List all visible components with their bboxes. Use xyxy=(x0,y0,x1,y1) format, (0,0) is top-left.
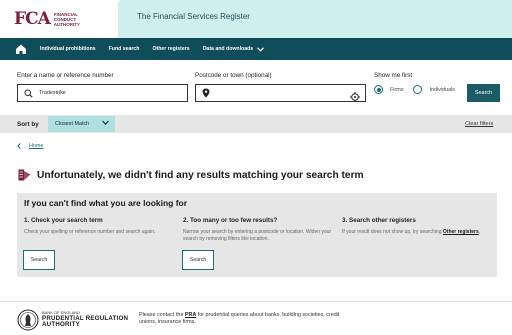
pra-logo[interactable]: BANK OF ENGLAND PRUDENTIAL REGULATION AU… xyxy=(17,309,128,331)
nav-item-label: Data and downloads xyxy=(202,46,254,52)
help-column-text: Narrow your search by entering a postcod… xyxy=(183,229,332,242)
help-text-fragment: . xyxy=(478,229,481,235)
breadcrumb: Home xyxy=(17,143,43,149)
postcode-input[interactable] xyxy=(195,84,366,102)
firms-radio-label[interactable]: Firms xyxy=(390,87,403,93)
firms-radio[interactable] xyxy=(374,85,383,94)
nav-item-other-registers[interactable]: Other registers xyxy=(152,46,189,52)
site-title[interactable]: The Financial Services Register xyxy=(137,12,250,21)
fca-logo[interactable]: FCA FINANCIAL CONDUCT AUTHORITY xyxy=(14,9,80,29)
nav-item-fund-search[interactable]: Fund search xyxy=(109,46,140,52)
home-icon[interactable] xyxy=(14,42,28,56)
pra-logo-line: AUTHORITY xyxy=(42,321,80,329)
show-first-options: Firms Individuals xyxy=(374,85,455,94)
search-icon xyxy=(24,89,33,98)
individuals-radio-label[interactable]: Individuals xyxy=(429,87,454,93)
name-search-input[interactable]: Tradestrike xyxy=(17,84,188,102)
show-first-label: Show me first xyxy=(374,72,413,79)
help-column-heading: 3. Search other registers xyxy=(342,217,416,224)
location-pin-icon xyxy=(202,88,210,98)
help-column-text: If your result does not show up, try sea… xyxy=(342,229,492,236)
search-button[interactable]: Search xyxy=(467,84,500,102)
help-text-fragment: If your result does not show up, try sea… xyxy=(342,229,443,235)
logo-text-line: AUTHORITY xyxy=(53,21,81,27)
sort-label: Sort by xyxy=(17,121,39,128)
breadcrumb-home-link[interactable]: Home xyxy=(29,143,43,149)
individuals-radio[interactable] xyxy=(413,85,423,94)
nav-item-label: Fund search xyxy=(108,46,140,52)
crosshair-icon[interactable] xyxy=(350,89,360,107)
header-wedge xyxy=(96,0,120,38)
help-column-heading: 2. Too many or too few results? xyxy=(183,217,278,224)
footer-note: Please contact the PRA for prudential qu… xyxy=(139,312,354,326)
main-nav: Individual prohibitions Fund search Othe… xyxy=(0,38,512,60)
chevron-down-icon xyxy=(257,46,265,52)
pra-link[interactable]: PRA xyxy=(185,312,196,318)
site-header: FCA FINANCIAL CONDUCT AUTHORITY The Fina… xyxy=(0,0,512,38)
help-column-results-count: 2. Too many or too few results? Narrow y… xyxy=(183,217,333,243)
logo-text: FINANCIAL CONDUCT AUTHORITY xyxy=(54,12,80,27)
name-label: Enter a name or reference number xyxy=(17,72,114,79)
nav-item-individual-prohibitions[interactable]: Individual prohibitions xyxy=(40,46,96,52)
chevron-down-icon xyxy=(102,120,109,126)
help-column-check-search: 1. Check your search term Check your spe… xyxy=(24,217,174,236)
sort-selected-value: Closest Match xyxy=(55,121,90,127)
logo-mark: FCA xyxy=(14,9,51,29)
narrow-search-button[interactable]: Search xyxy=(182,250,214,270)
help-title: If you can't find what you are looking f… xyxy=(24,198,188,208)
footer-divider xyxy=(0,301,512,302)
chevron-left-icon xyxy=(17,143,21,149)
nav-item-label: Individual prohibitions xyxy=(40,46,96,52)
check-search-button[interactable]: Search xyxy=(23,250,55,270)
logo-text-line: CONDUCT xyxy=(53,16,77,22)
help-column-text: Check your spelling or reference number … xyxy=(24,229,156,235)
name-search-value: Tradestrike xyxy=(39,90,66,96)
no-results-heading: Unfortunately, we didn't find any result… xyxy=(18,169,364,181)
postcode-label: Postcode or town (optional) xyxy=(195,72,272,79)
pra-logo-text: BANK OF ENGLAND PRUDENTIAL REGULATION AU… xyxy=(42,311,128,329)
no-results-message: Unfortunately, we didn't find any result… xyxy=(37,169,364,181)
bank-of-england-seal-icon xyxy=(17,309,39,331)
help-column-other-registers: 3. Search other registers If your result… xyxy=(342,217,492,236)
fca-flag-icon xyxy=(18,169,31,181)
footer-note-fragment: Please contact the xyxy=(139,312,185,318)
logo-text-line: FINANCIAL xyxy=(53,11,79,17)
help-column-heading: 1. Check your search term xyxy=(24,217,103,224)
nav-item-data-and-downloads[interactable]: Data and downloads xyxy=(202,46,265,52)
other-registers-link[interactable]: Other registers xyxy=(443,229,479,235)
clear-filters-link[interactable]: Clear filters xyxy=(465,121,493,127)
help-panel: If you can't find what you are looking f… xyxy=(17,193,497,277)
nav-item-label: Other registers xyxy=(152,46,190,52)
sort-select[interactable]: Closest Match xyxy=(48,116,115,132)
